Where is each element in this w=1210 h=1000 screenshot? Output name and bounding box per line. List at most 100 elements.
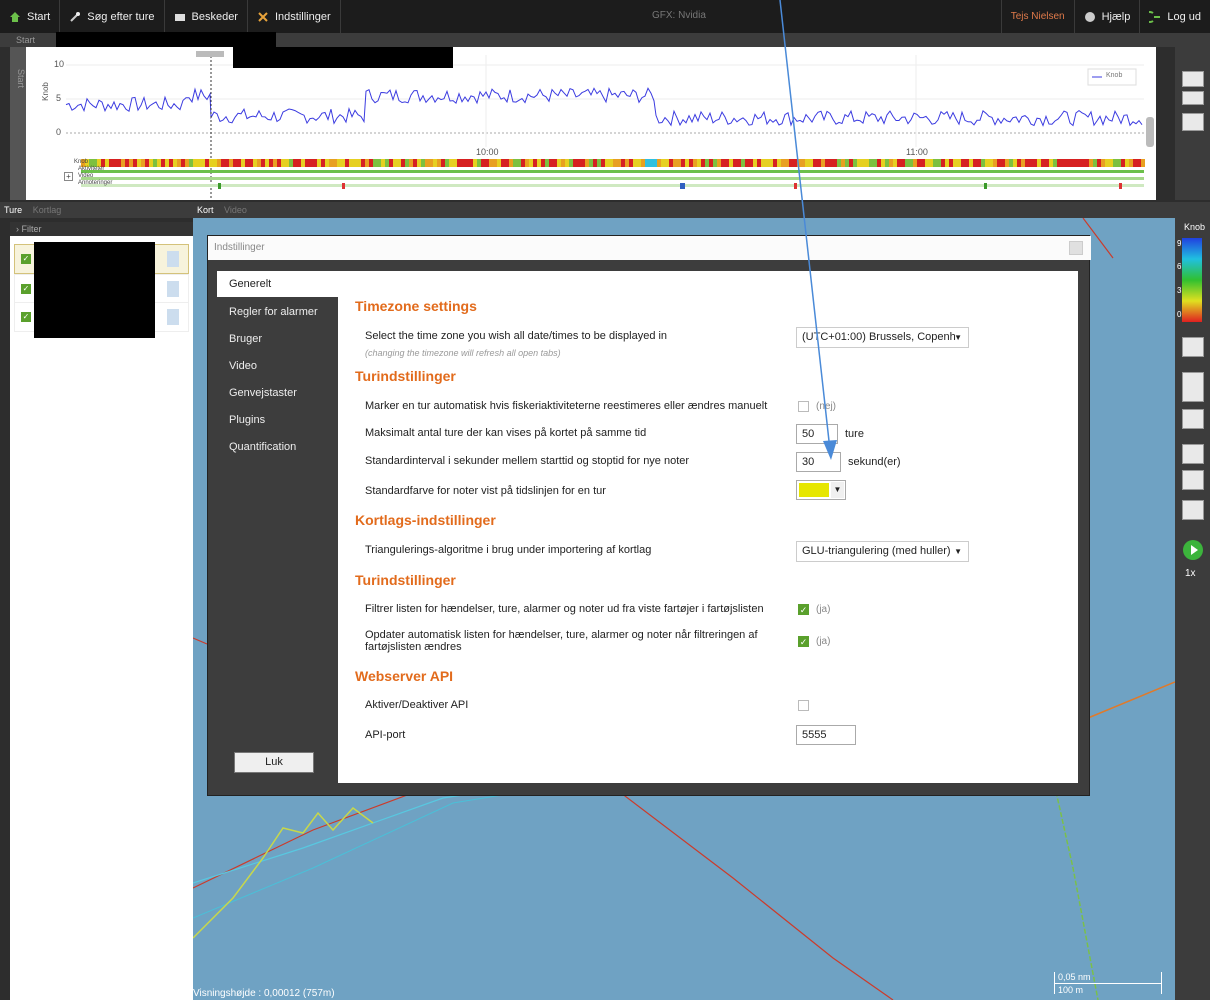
api-port-input[interactable]: 5555 [796,725,856,745]
dialog-close-icon[interactable] [1069,241,1083,255]
scale-nm-label: 0,05 nm [1058,972,1091,982]
auto-update-checkbox[interactable]: ✓ [798,636,809,647]
section-list-settings: Turindstillinger [355,572,456,588]
tab-start[interactable]: Start [16,35,35,45]
note-interval-input[interactable]: 30 [796,452,841,472]
layers-button[interactable] [1182,372,1204,402]
boat-icon [167,309,179,325]
speed-timeline[interactable]: 10 5 0 Knob 10:00 11:00 Knob Knob Aktivi… [26,47,1156,200]
max-trips-input[interactable]: 50 [796,424,838,444]
section-timezone: Timezone settings [355,298,477,314]
triangulation-label: Triangulerings-algoritme i brug under im… [365,544,652,556]
timezone-note: (changing the timezone will refresh all … [365,348,561,358]
view-height-label: Visningshøjde : 0,00012 (757m) [193,988,335,999]
nav-user[interactable]: Bruger [217,326,347,352]
magic-wand-icon [70,11,81,22]
note-color-picker[interactable]: ▼ [796,480,846,500]
settings-content: Timezone settings Select the time zone y… [338,271,1078,783]
expand-icon[interactable]: + [64,172,73,181]
nav-video[interactable]: Video [217,353,347,379]
help-button[interactable]: Hjælp [1073,0,1140,33]
nav-label: Regler for alarmer [229,306,318,318]
close-button[interactable]: Luk [234,752,314,773]
top-bar-right: Tejs Nielsen Hjælp Log ud [1000,0,1210,33]
checkbox[interactable]: ✓ [21,254,31,264]
filter-list-state: (ja) [816,604,831,615]
nav-shortcuts[interactable]: Genvejstaster [217,380,347,406]
x-tick-1100: 11:00 [906,147,928,157]
settings-button[interactable]: Indstillinger [248,0,341,33]
tab-map[interactable]: Kort [197,205,214,215]
side-start-label: Start [16,69,26,89]
section-webserver-api: Webserver API [355,668,454,684]
nav-label: Plugins [229,414,266,426]
check-button[interactable] [1182,91,1204,105]
nav-alarm-rules[interactable]: Regler for alarmer [217,299,347,325]
x-tick-1000: 10:00 [476,147,499,157]
speed-series-line [65,86,1143,127]
api-toggle-checkbox[interactable] [798,700,809,711]
globe-button[interactable] [1182,337,1204,357]
scale-m-label: 100 m [1058,985,1084,995]
trip-list: ✓ ✓ ✓ [10,236,193,1000]
play-icon [1191,545,1198,555]
start-button[interactable]: Start [0,0,61,33]
tools-icon [258,11,268,22]
chevron-down-icon: ▼ [831,482,844,498]
boat-icon [167,251,179,267]
nav-generelt[interactable]: Generelt [217,271,347,297]
row-label-annotations: Annoteringer [78,180,113,186]
section-map-layers: Kortlags-indstillinger [355,512,496,528]
filter-bar[interactable]: › Filter [10,222,193,236]
row-label-activities: Aktiviteter [78,166,105,172]
triangulation-select[interactable]: GLU-triangulering (med huller) ▼ [796,541,969,562]
tab-layers[interactable]: Kortlag [33,205,62,215]
dialog-title: Indstillinger [214,242,265,253]
play-button[interactable] [1183,540,1203,560]
nav-quantification[interactable]: Quantification [217,434,347,460]
user-name: Tejs Nielsen [1000,0,1074,33]
messages-button[interactable]: Beskeder [165,0,248,33]
search-trips-button[interactable]: Søg efter ture [60,0,165,33]
filter-label: Filter [21,224,42,234]
note-button[interactable] [1182,444,1204,464]
person-button[interactable] [1182,409,1204,429]
gfx-label: GFX: Nvidia [652,10,706,21]
auto-mark-checkbox[interactable] [798,401,809,412]
speed-color-scale [1182,238,1202,322]
scale-bar: 0,05 nm 100 m [1054,972,1162,1000]
nav-label: Video [229,360,257,372]
boat-icon [167,281,179,297]
playback-speed-label: 1x [1185,568,1196,579]
checkbox[interactable]: ✓ [21,284,31,294]
tab-trips[interactable]: Ture [4,205,22,215]
time-cursor-handle[interactable] [196,51,224,57]
scale-0: 0 [1177,310,1182,319]
y-tick-0: 0 [56,127,62,137]
redacted-block [34,242,155,338]
filter-list-checkbox[interactable]: ✓ [798,604,809,615]
tab-video[interactable]: Video [224,205,247,215]
chevron-down-icon: ▼ [954,547,962,556]
activity-bar [81,170,1144,173]
measure-button[interactable] [1182,500,1204,520]
auto-mark-label: Marker en tur automatisk hvis fiskeriakt… [365,400,768,412]
scale-3: 3 [1177,286,1182,295]
max-trips-label: Maksimalt antal ture der kan vises på ko… [365,427,647,439]
logout-button[interactable]: Log ud [1139,0,1210,33]
help-label: Hjælp [1101,10,1131,23]
zoom-fit-button[interactable] [1182,71,1204,87]
settings-small-button[interactable] [1182,113,1204,131]
timezone-select[interactable]: (UTC+01:00) Brussels, Copenh ▼ [796,327,969,348]
note-color-label: Standardfarve for noter vist på tidslinj… [365,485,606,497]
settings-dialog: Indstillinger Generelt Regler for alarme… [207,235,1091,796]
help-icon [1084,11,1095,22]
timeline-scrollbar[interactable] [1146,117,1154,147]
checkbox[interactable]: ✓ [21,312,31,322]
user-label: Tejs Nielsen [1010,11,1065,22]
note2-button[interactable] [1182,470,1204,490]
scale-9: 9 [1177,239,1182,248]
settings-nav: Generelt Regler for alarmer Bruger Video… [217,271,347,761]
nav-plugins[interactable]: Plugins [217,407,347,433]
scale-6: 6 [1177,262,1182,271]
